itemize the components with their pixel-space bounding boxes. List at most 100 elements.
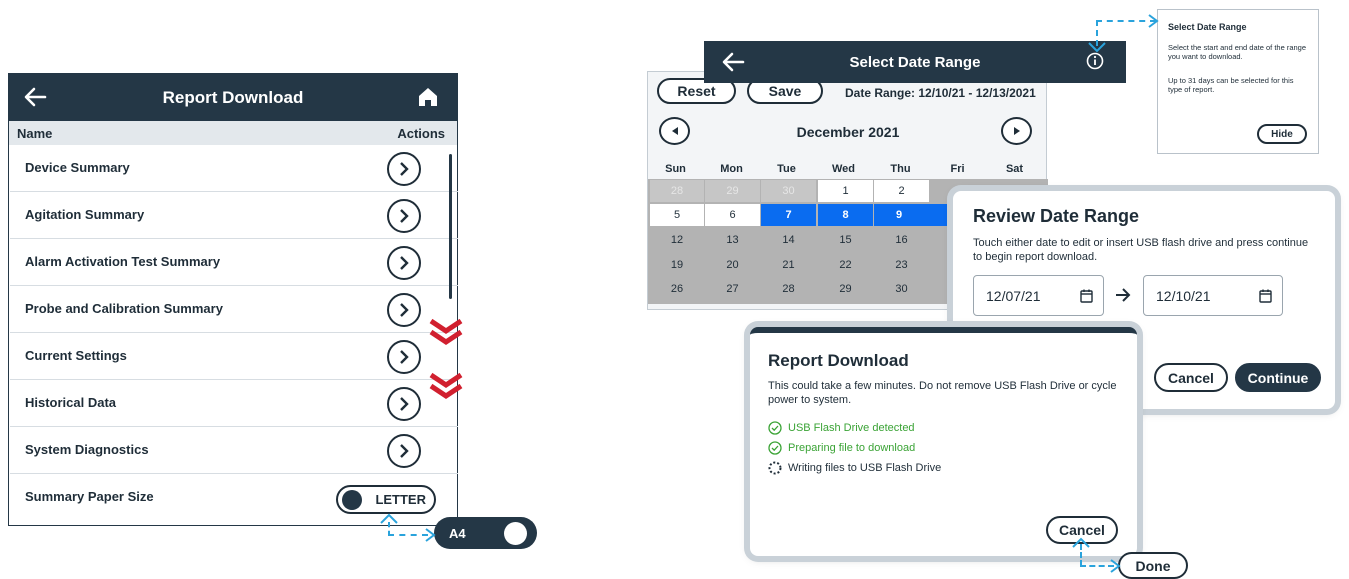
annotation-line xyxy=(388,534,428,536)
calendar-day[interactable]: 26 xyxy=(650,278,704,300)
page-title: Select Date Range xyxy=(849,54,981,71)
annotation-arrow-icon xyxy=(1147,14,1159,33)
chevron-right-icon[interactable] xyxy=(387,152,421,186)
status-text-preparing: Preparing file to download xyxy=(788,442,916,454)
status-text-detected: USB Flash Drive detected xyxy=(788,422,915,434)
calendar-day-selected[interactable]: 8 xyxy=(818,204,873,226)
report-download-header: Report Download xyxy=(9,74,457,121)
calendar-day[interactable]: 30 xyxy=(874,278,929,300)
next-month-button[interactable] xyxy=(1001,117,1032,145)
info-popup-text: Select the start and end date of the ran… xyxy=(1168,43,1307,61)
month-label: December 2021 xyxy=(796,124,900,140)
calendar-day[interactable]: 1 xyxy=(818,180,873,202)
list-item[interactable]: Device Summary xyxy=(10,146,458,192)
chevron-right-icon[interactable] xyxy=(387,246,421,280)
end-date-value: 12/10/21 xyxy=(1156,288,1211,304)
calendar-day[interactable]: 27 xyxy=(705,278,760,300)
calendar-day-selected[interactable]: 7 xyxy=(761,204,816,226)
chevron-right-icon[interactable] xyxy=(387,387,421,421)
weekday-label: Tue xyxy=(777,163,796,175)
calendar-day[interactable]: 28 xyxy=(761,278,816,300)
list-item[interactable]: Alarm Activation Test Summary xyxy=(10,240,458,286)
annotation-arrow-icon xyxy=(424,528,436,547)
paper-size-toggle-alt[interactable]: A4 xyxy=(434,517,537,549)
calendar-day[interactable]: 13 xyxy=(705,229,760,251)
loading-spinner-icon xyxy=(768,461,782,475)
calendar-icon[interactable] xyxy=(1080,289,1093,308)
report-download-screen: Report Download Name Actions Device Summ… xyxy=(8,73,458,526)
cancel-button[interactable]: Cancel xyxy=(1154,363,1228,392)
weekday-label: Fri xyxy=(950,163,965,175)
calendar-day[interactable]: 29 xyxy=(818,278,873,300)
calendar-day[interactable]: 6 xyxy=(705,204,760,226)
start-date-field[interactable]: 12/07/21 xyxy=(973,275,1104,316)
annotation-arrow-icon xyxy=(1109,559,1121,578)
download-progress-dialog: Report Download This could take a few mi… xyxy=(750,327,1137,556)
weekday-label: Thu xyxy=(890,163,911,175)
scroll-down-hint-icon xyxy=(428,318,464,351)
dialog-title: Review Date Range xyxy=(973,206,1140,226)
calendar-day[interactable]: 22 xyxy=(818,254,873,276)
scrollbar[interactable] xyxy=(449,154,452,299)
calendar-day[interactable]: 23 xyxy=(874,254,929,276)
annotation-arrow-icon xyxy=(1088,40,1106,58)
chevron-right-icon[interactable] xyxy=(387,293,421,327)
list-item[interactable]: Agitation Summary xyxy=(10,193,458,239)
calendar-day[interactable]: 19 xyxy=(650,254,704,276)
done-button[interactable]: Done xyxy=(1118,552,1188,579)
list-item-label: Agitation Summary xyxy=(25,207,145,222)
list-item-label: Alarm Activation Test Summary xyxy=(25,254,221,269)
hide-button[interactable]: Hide xyxy=(1257,124,1307,144)
arrow-right-icon xyxy=(1115,288,1131,307)
weekday-label: Mon xyxy=(720,163,743,175)
calendar-day[interactable]: 16 xyxy=(874,229,929,251)
status-text-writing: Writing files to USB Flash Drive xyxy=(788,462,942,474)
dialog-text: This could take a few minutes. Do not re… xyxy=(768,380,1117,406)
select-date-range-header: Select Date Range xyxy=(704,41,1126,83)
check-circle-icon xyxy=(768,441,782,455)
calendar-day[interactable]: 12 xyxy=(650,229,704,251)
list-item-label: Probe and Calibration Summary xyxy=(25,301,223,316)
calendar-day[interactable]: 5 xyxy=(650,204,704,226)
annotation-arrow-icon xyxy=(1072,536,1090,554)
calendar-day[interactable]: 14 xyxy=(761,229,816,251)
chevron-right-icon[interactable] xyxy=(387,434,421,468)
column-name: Name xyxy=(17,126,53,141)
end-date-field[interactable]: 12/10/21 xyxy=(1143,275,1283,316)
calendar-day: 29 xyxy=(705,180,760,202)
triangle-right-icon xyxy=(1013,127,1020,135)
column-actions: Actions xyxy=(397,126,445,141)
chevron-right-icon[interactable] xyxy=(387,340,421,374)
chevron-right-icon[interactable] xyxy=(387,199,421,233)
toggle-knob xyxy=(504,522,527,545)
calendar-day[interactable]: 15 xyxy=(818,229,873,251)
calendar-day-selected[interactable]: 9 xyxy=(874,204,948,226)
calendar-day: 28 xyxy=(650,180,704,202)
calendar-day[interactable]: 2 xyxy=(874,180,929,202)
date-range-text: Date Range: 12/10/21 - 12/13/2021 xyxy=(845,86,1036,100)
annotation-arrow-icon xyxy=(380,512,398,530)
paper-size-value: LETTER xyxy=(375,492,426,507)
list-item[interactable]: Current Settings xyxy=(10,334,458,380)
paper-size-toggle[interactable]: LETTER xyxy=(336,485,436,514)
start-date-value: 12/07/21 xyxy=(986,288,1041,304)
column-header-row: Name Actions xyxy=(9,121,457,145)
list-item-label: Current Settings xyxy=(25,348,127,363)
list-item[interactable]: Probe and Calibration Summary xyxy=(10,287,458,333)
calendar-icon[interactable] xyxy=(1259,289,1272,308)
list-item-label: Historical Data xyxy=(25,395,117,410)
info-popup: Select Date Range Select the start and e… xyxy=(1157,9,1319,154)
calendar-day[interactable]: 21 xyxy=(761,254,816,276)
calendar-day[interactable]: 20 xyxy=(705,254,760,276)
dialog-text: Touch either date to edit or insert USB … xyxy=(973,237,1309,263)
weekday-label: Sat xyxy=(1005,163,1024,175)
page-title: Report Download xyxy=(162,88,304,107)
list-item[interactable]: System Diagnostics xyxy=(10,428,458,474)
scroll-down-hint-icon xyxy=(428,372,464,405)
list-item[interactable]: Historical Data xyxy=(10,381,458,427)
paper-size-alt-value: A4 xyxy=(449,526,466,541)
home-icon[interactable] xyxy=(417,86,439,108)
continue-button[interactable]: Continue xyxy=(1235,363,1321,392)
weekday-label: Sun xyxy=(665,163,686,175)
list-item-label: Device Summary xyxy=(25,160,130,175)
